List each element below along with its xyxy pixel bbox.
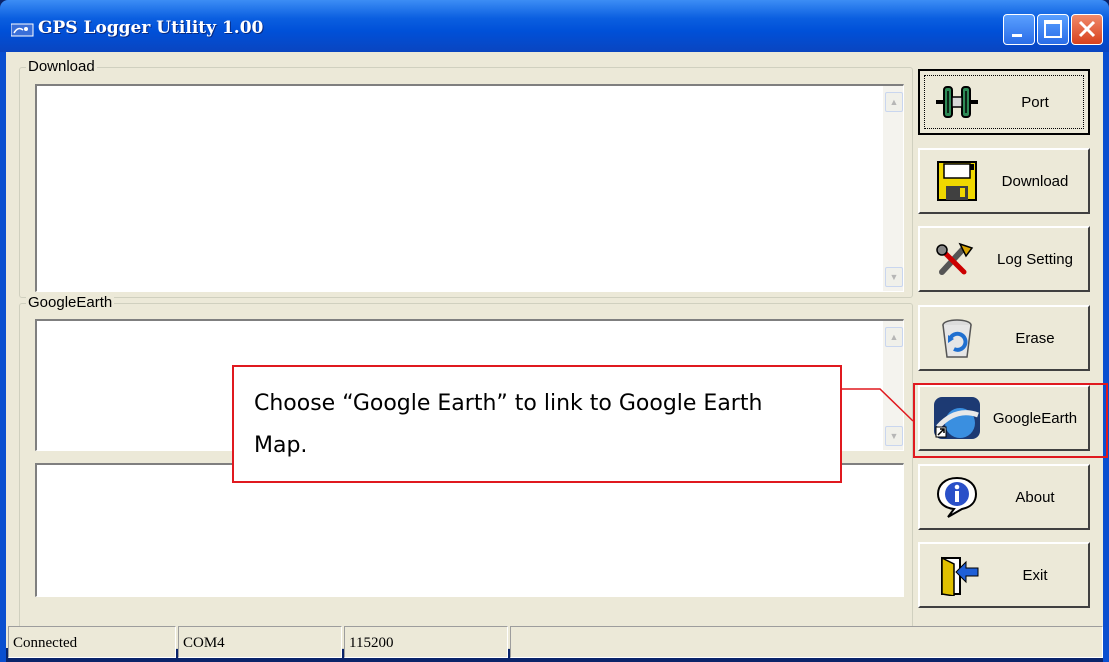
status-port: COM4 <box>178 626 342 658</box>
googleearth-output-textbox[interactable] <box>35 463 904 597</box>
tools-icon <box>936 242 974 275</box>
googleearth-scrollbar[interactable]: ▲ ▼ <box>883 321 903 450</box>
callout-leader-line <box>842 388 914 422</box>
status-connection: Connected <box>8 626 176 658</box>
port-button-label: Port <box>1021 94 1049 111</box>
status-baud: 115200 <box>344 626 508 658</box>
scroll-down-icon[interactable]: ▼ <box>885 267 903 287</box>
download-button[interactable]: Download <box>918 148 1090 214</box>
minimize-icon <box>1012 34 1022 37</box>
erase-button[interactable]: Erase <box>918 305 1090 371</box>
download-log-textarea[interactable]: ▲ ▼ <box>35 84 904 292</box>
close-icon <box>1078 20 1096 38</box>
download-button-label: Download <box>1001 173 1069 190</box>
callout-text: Choose “Google Earth” to link to Google … <box>254 391 763 458</box>
minimize-button[interactable] <box>1003 14 1035 45</box>
scroll-up-icon[interactable]: ▲ <box>885 327 903 347</box>
annotation-callout: Choose “Google Earth” to link to Google … <box>232 365 842 483</box>
googleearth-group-label: GoogleEarth <box>26 294 115 311</box>
log-setting-button[interactable]: Log Setting <box>918 226 1090 292</box>
status-empty-panel <box>510 626 1103 658</box>
exit-button-label: Exit <box>1022 567 1048 584</box>
app-window: GPS Logger Utility 1.00 Download ▲ ▼ Goo… <box>0 0 1109 662</box>
port-button[interactable]: Port <box>918 69 1090 135</box>
floppy-disk-icon <box>937 161 977 201</box>
window-frame-right <box>1103 52 1109 662</box>
port-connector-icon <box>936 86 978 118</box>
satellite-icon <box>10 22 35 38</box>
maximize-button[interactable] <box>1037 14 1069 45</box>
download-scrollbar[interactable]: ▲ ▼ <box>883 86 903 291</box>
exit-door-icon <box>941 556 979 596</box>
exit-button[interactable]: Exit <box>918 542 1090 608</box>
download-group-label: Download <box>26 58 97 75</box>
scroll-up-icon[interactable]: ▲ <box>885 92 903 112</box>
info-icon <box>936 476 978 518</box>
about-button-label: About <box>1015 489 1055 506</box>
title-bar[interactable]: GPS Logger Utility 1.00 <box>0 0 1109 52</box>
erase-button-label: Erase <box>1015 330 1055 347</box>
window-title: GPS Logger Utility 1.00 <box>38 18 264 38</box>
googleearth-highlight-box <box>913 383 1108 458</box>
scroll-down-icon[interactable]: ▼ <box>885 426 903 446</box>
maximize-icon <box>1044 20 1062 38</box>
recycle-bin-icon <box>942 319 972 358</box>
log-setting-button-label: Log Setting <box>997 251 1073 268</box>
about-button[interactable]: About <box>918 464 1090 530</box>
close-button[interactable] <box>1071 14 1103 45</box>
download-group: Download ▲ ▼ <box>19 58 913 298</box>
